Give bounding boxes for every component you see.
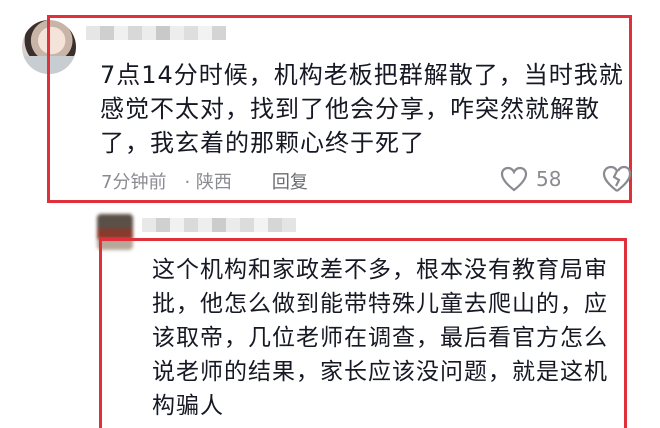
like-count: 58 [536, 167, 562, 191]
reply-button[interactable]: 回复 [272, 168, 308, 194]
broken-heart-icon [602, 165, 632, 192]
heart-icon [500, 166, 528, 192]
dislike-button[interactable] [602, 165, 632, 197]
comment-1-text: 7点14分时候，机构老板把群解散了，当时我就感觉不太对，找到了他会分享，咋突然就… [100, 61, 624, 157]
comment-1-location: · 陕西 [184, 172, 232, 193]
comment-1-meta: 7分钟前 · 陕西 回复 [101, 168, 308, 194]
comment-2-text: 这个机构和家政差不多，根本没有教育局审批，他怎么做到能带特殊儿童去爬山的，应该取… [152, 257, 608, 419]
comment-2-username-mosaic [142, 218, 296, 232]
comment-1-time: 7分钟前 [101, 172, 167, 193]
like-button[interactable]: 58 [500, 166, 561, 192]
